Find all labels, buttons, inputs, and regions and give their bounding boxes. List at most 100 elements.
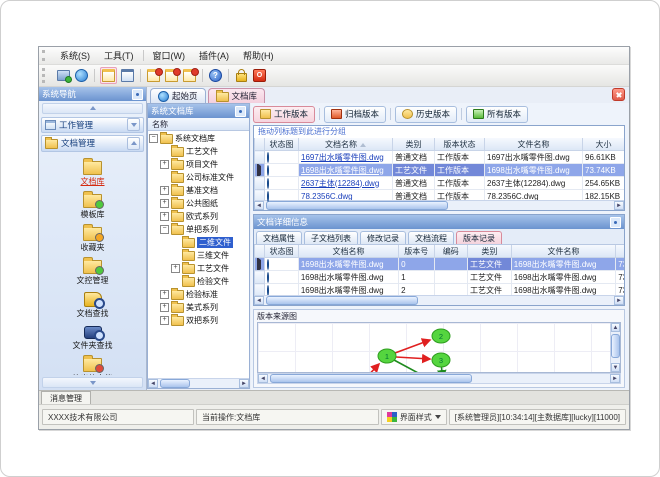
- exit-icon[interactable]: O: [252, 68, 267, 83]
- detail-panel-title: 文档详细信息: [257, 217, 309, 227]
- tab-subdoc-list[interactable]: 子文档列表: [304, 231, 358, 244]
- col-size[interactable]: 大小: [582, 138, 624, 151]
- tree-node[interactable]: + 公共图纸: [149, 197, 249, 210]
- close-tab-icon[interactable]: [612, 88, 625, 101]
- work-version-button[interactable]: 工作版本: [253, 105, 316, 123]
- col-status-icon[interactable]: 状态图: [264, 245, 299, 258]
- sidebar-group-doc[interactable]: 文档管理: [41, 135, 144, 152]
- menu-window[interactable]: 窗口(W): [146, 48, 193, 63]
- tab-modify-records[interactable]: 修改记录: [360, 231, 406, 244]
- graph-node-2[interactable]: 2: [431, 328, 451, 344]
- sidebar-item-favorites[interactable]: 收藏夹: [81, 223, 105, 253]
- table-row[interactable]: 2637主体(12284).dwg 普通文档 工作版本 2637主体(12284)…: [254, 176, 624, 190]
- tree-node[interactable]: + 美式系列: [149, 301, 249, 314]
- table-row-selected[interactable]: 1698出水嘴零件图.dwg0 工艺文件 1698出水嘴零件图.dwg73.00…: [254, 257, 624, 271]
- document-link[interactable]: 1698出水嘴零件图.dwg: [301, 166, 384, 175]
- tree-node[interactable]: 检验文件: [149, 275, 249, 288]
- pin-icon[interactable]: [610, 216, 621, 228]
- table-horizontal-scrollbar[interactable]: ◄ ►: [254, 295, 624, 305]
- table-row[interactable]: 1698出水嘴零件图.dwg1 工艺文件 1698出水嘴零件图.dwg73.00…: [254, 270, 624, 284]
- close-all-icon[interactable]: [182, 68, 199, 83]
- close-group-icon[interactable]: [164, 68, 181, 83]
- menu-plugins[interactable]: 插件(A): [192, 48, 236, 63]
- tab-version-records[interactable]: 版本记录: [456, 231, 502, 244]
- menu-help[interactable]: 帮助(H): [236, 48, 281, 63]
- sidebar-group-work[interactable]: 工作管理: [41, 116, 144, 134]
- toolbar-grip[interactable]: [42, 68, 50, 83]
- tree-node[interactable]: + 欧式系列: [149, 210, 249, 223]
- tree-horizontal-scrollbar[interactable]: ◄ ►: [148, 378, 249, 388]
- all-versions-button[interactable]: 所有版本: [466, 105, 529, 123]
- col-category[interactable]: 类别: [466, 245, 512, 258]
- table-row[interactable]: 1697出水嘴零件图.dwg 普通文档 工作版本 1697出水嘴零件图.dwg 96…: [254, 150, 624, 164]
- table-row[interactable]: 1698出水嘴零件图.dwg2 工艺文件 1698出水嘴零件图.dwg73.00…: [254, 283, 624, 295]
- table-horizontal-scrollbar[interactable]: ◄ ►: [254, 200, 624, 210]
- lock-icon[interactable]: [234, 68, 249, 83]
- tree-node[interactable]: + 检验标准: [149, 288, 249, 301]
- tree-node[interactable]: 工艺文件: [149, 145, 249, 158]
- document-grid: 拖动列标题到此进行分组 状态图 文档名称 类别 版本状态 文件名称 大小 169…: [253, 125, 625, 211]
- document-link[interactable]: 2637主体(12284).dwg: [301, 179, 379, 188]
- col-document-name[interactable]: 文档名称: [298, 138, 393, 151]
- col-version-no[interactable]: 版本号: [625, 138, 626, 151]
- col-size[interactable]: 大小: [615, 245, 624, 258]
- tree-node[interactable]: 公司标准文件: [149, 171, 249, 184]
- col-category[interactable]: 类别: [392, 138, 435, 151]
- window-icon[interactable]: [100, 67, 117, 84]
- collapse-button[interactable]: [127, 136, 140, 150]
- graph-vertical-scrollbar[interactable]: ▲ ▼: [610, 323, 620, 372]
- sidebar-item-folder-search[interactable]: 文件夹查找: [73, 322, 113, 351]
- collapse-down-strip[interactable]: [42, 377, 143, 388]
- graph-node-1[interactable]: 1: [377, 348, 397, 364]
- close-doc-icon[interactable]: [146, 68, 163, 83]
- tab-doc-properties[interactable]: 文档属性: [256, 231, 302, 244]
- col-code[interactable]: 编码: [433, 245, 468, 258]
- globe-icon[interactable]: [74, 68, 89, 83]
- tree-node[interactable]: 三维文件: [149, 249, 249, 262]
- history-version-button[interactable]: 历史版本: [395, 105, 458, 123]
- sidebar-item-doc-search[interactable]: 文档查找: [77, 289, 109, 319]
- monitor-icon[interactable]: [56, 68, 72, 83]
- col-file-name[interactable]: 文件名称: [510, 245, 617, 258]
- pin-icon[interactable]: [235, 105, 246, 117]
- tab-document-library[interactable]: 文档库: [207, 88, 266, 103]
- col-version-no[interactable]: 版本号: [398, 245, 435, 258]
- collapse-up-strip[interactable]: [42, 103, 143, 114]
- message-management-tab[interactable]: 消息管理: [41, 391, 91, 404]
- sidebar-item-checked-out-docs[interactable]: 签出的文档: [73, 354, 113, 375]
- graph-node-3[interactable]: 3: [431, 352, 451, 368]
- tree-node[interactable]: − 单把系列: [149, 223, 249, 236]
- pin-icon[interactable]: [132, 88, 143, 100]
- expand-button[interactable]: [127, 118, 140, 132]
- tree-node[interactable]: + 项目文件: [149, 158, 249, 171]
- menu-tools[interactable]: 工具(T): [97, 48, 141, 63]
- col-file-name[interactable]: 文件名称: [484, 138, 583, 151]
- tree-node[interactable]: + 基准文档: [149, 184, 249, 197]
- tree-node[interactable]: − 系统文档库: [149, 132, 249, 145]
- sidebar-item-doc-control[interactable]: 文控管理: [77, 256, 109, 286]
- sidebar-item-template-library[interactable]: 模板库: [81, 190, 105, 220]
- version-graph-canvas[interactable]: 0 1 2 3 4: [258, 323, 610, 372]
- col-document-name[interactable]: 文档名称: [297, 245, 400, 258]
- interface-style-dropdown[interactable]: 界面样式: [380, 409, 447, 425]
- sidebar-item-document-library[interactable]: 文档库: [81, 157, 105, 187]
- tree-node-selected[interactable]: 二维文件: [149, 236, 249, 249]
- tree-node[interactable]: + 双把系列: [149, 314, 249, 327]
- document-link[interactable]: 1697出水嘴零件图.dwg: [301, 153, 384, 162]
- tab-start-page[interactable]: 起始页: [150, 88, 206, 103]
- tab-doc-flow[interactable]: 文档流程: [408, 231, 454, 244]
- detail-panel-header: 文档详细信息: [254, 215, 624, 229]
- tree-column-header[interactable]: 名称: [148, 118, 249, 131]
- col-version-status[interactable]: 版本状态: [434, 138, 485, 151]
- tree-node[interactable]: + 工艺文件: [149, 262, 249, 275]
- content-column: 工作版本 归档版本 历史版本 所有版本 拖动列标题到此进行分组 状态图 文档名称…: [251, 103, 629, 390]
- menubar-grip[interactable]: [42, 49, 50, 62]
- help-icon[interactable]: ?: [208, 68, 223, 83]
- graph-horizontal-scrollbar[interactable]: ◄ ►: [257, 373, 621, 384]
- table-row-selected[interactable]: 1698出水嘴零件图.dwg 工艺文件 工作版本 1698出水嘴零件图.dwg 73…: [254, 163, 624, 177]
- sidebar-item-label: 文档库: [80, 176, 105, 186]
- archive-version-button[interactable]: 归档版本: [324, 105, 387, 123]
- windows-icon[interactable]: [120, 68, 135, 83]
- col-status-icon[interactable]: 状态图: [264, 138, 299, 151]
- menu-system[interactable]: 系统(S): [53, 48, 97, 63]
